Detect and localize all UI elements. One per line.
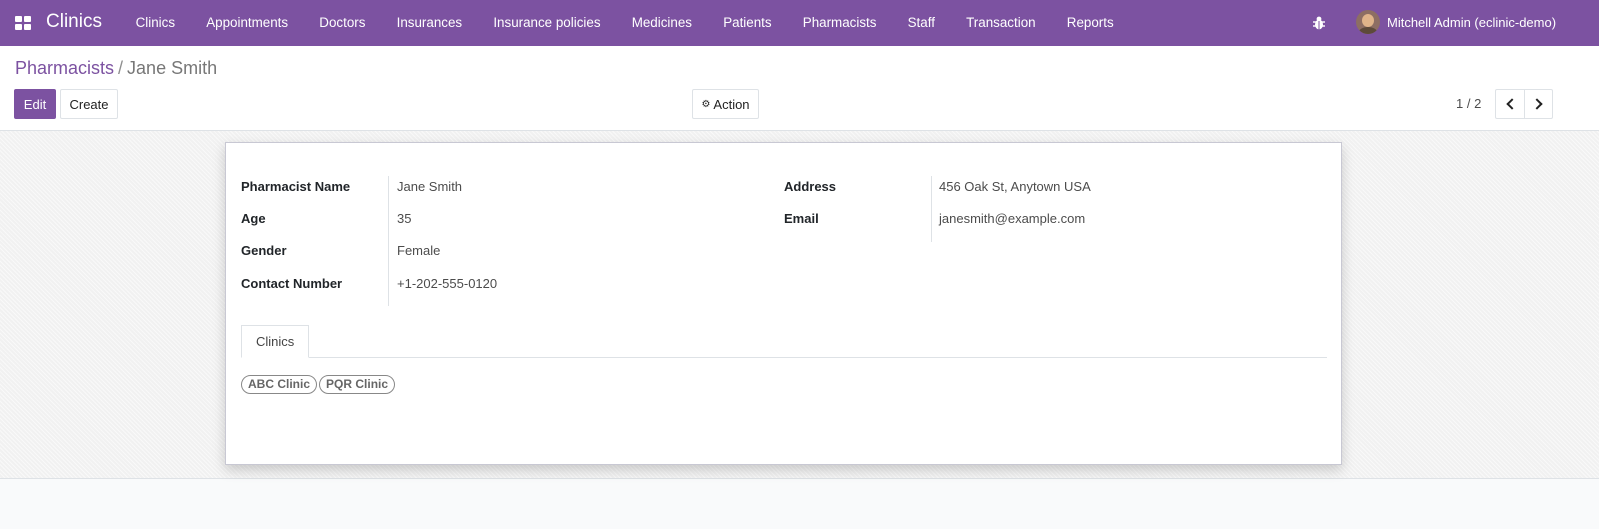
menu-item-appointments[interactable]: Appointments <box>191 0 304 46</box>
tag-pqr-clinic[interactable]: PQR Clinic <box>319 375 396 394</box>
create-button[interactable]: Create <box>60 89 118 119</box>
action-dropdown-button[interactable]: ⚙ Action <box>692 89 759 119</box>
top-navbar: Clinics Clinics Appointments Doctors Ins… <box>0 0 1599 46</box>
right-group-divider <box>931 176 932 242</box>
menu-item-insurance-policies[interactable]: Insurance policies <box>478 0 616 46</box>
control-panel: Pharmacists / Jane Smith Edit Create ⚙ A… <box>0 46 1599 131</box>
app-brand[interactable]: Clinics <box>46 11 102 33</box>
pharmacist-name-label: Pharmacist Name <box>241 179 351 194</box>
apps-grid-icon[interactable] <box>15 16 31 30</box>
contact-number-label: Contact Number <box>241 276 343 291</box>
gear-icon: ⚙ <box>701 98 711 110</box>
pharmacist-name-value: Jane Smith <box>397 179 463 194</box>
tag-abc-clinic[interactable]: ABC Clinic <box>241 375 318 394</box>
notebook-tabs: Clinics <box>241 325 1327 358</box>
user-menu[interactable]: Mitchell Admin (eclinic-demo) <box>1356 10 1556 34</box>
breadcrumb: Pharmacists / Jane Smith <box>15 58 217 79</box>
breadcrumb-parent-link[interactable]: Pharmacists <box>15 58 114 79</box>
age-label: Age <box>241 211 266 226</box>
contact-number-value: +1-202-555-0120 <box>397 276 498 291</box>
age-value: 35 <box>397 211 412 226</box>
menu-item-doctors[interactable]: Doctors <box>304 0 381 46</box>
menu-item-pharmacists[interactable]: Pharmacists <box>787 0 892 46</box>
bug-icon[interactable] <box>1312 15 1326 31</box>
gender-value: Female <box>397 243 441 258</box>
menu-item-patients[interactable]: Patients <box>708 0 788 46</box>
main-menu: Clinics Appointments Doctors Insurances … <box>120 0 1129 46</box>
gender-label: Gender <box>241 243 287 258</box>
left-group-divider <box>388 176 389 306</box>
pager-value[interactable]: 1 / 2 <box>1456 96 1481 111</box>
email-value: janesmith@example.com <box>939 211 1086 226</box>
pager-next-button[interactable] <box>1524 89 1553 119</box>
menu-item-clinics[interactable]: Clinics <box>120 0 191 46</box>
form-view-background: Pharmacist Name Jane Smith Age 35 Gender… <box>0 131 1599 479</box>
menu-item-reports[interactable]: Reports <box>1051 0 1129 46</box>
address-value: 456 Oak St, Anytown USA <box>939 179 1091 194</box>
menu-item-transaction[interactable]: Transaction <box>951 0 1052 46</box>
pager-previous-button[interactable] <box>1495 89 1525 119</box>
action-label: Action <box>713 96 750 112</box>
edit-button[interactable]: Edit <box>14 89 56 119</box>
chevron-left-icon <box>1505 98 1518 110</box>
address-label: Address <box>784 179 837 194</box>
menu-item-insurances[interactable]: Insurances <box>381 0 478 46</box>
menu-item-medicines[interactable]: Medicines <box>616 0 707 46</box>
breadcrumb-current: Jane Smith <box>127 58 218 78</box>
avatar <box>1356 10 1380 34</box>
user-name: Mitchell Admin (eclinic-demo) <box>1387 14 1557 30</box>
email-label: Email <box>784 211 819 226</box>
menu-item-staff[interactable]: Staff <box>892 0 951 46</box>
tab-clinics[interactable]: Clinics <box>241 325 310 358</box>
clinic-tags: ABC Clinic PQR Clinic <box>241 375 397 394</box>
breadcrumb-separator: / <box>118 58 124 78</box>
form-sheet: Pharmacist Name Jane Smith Age 35 Gender… <box>225 142 1342 465</box>
chevron-right-icon <box>1531 98 1543 110</box>
